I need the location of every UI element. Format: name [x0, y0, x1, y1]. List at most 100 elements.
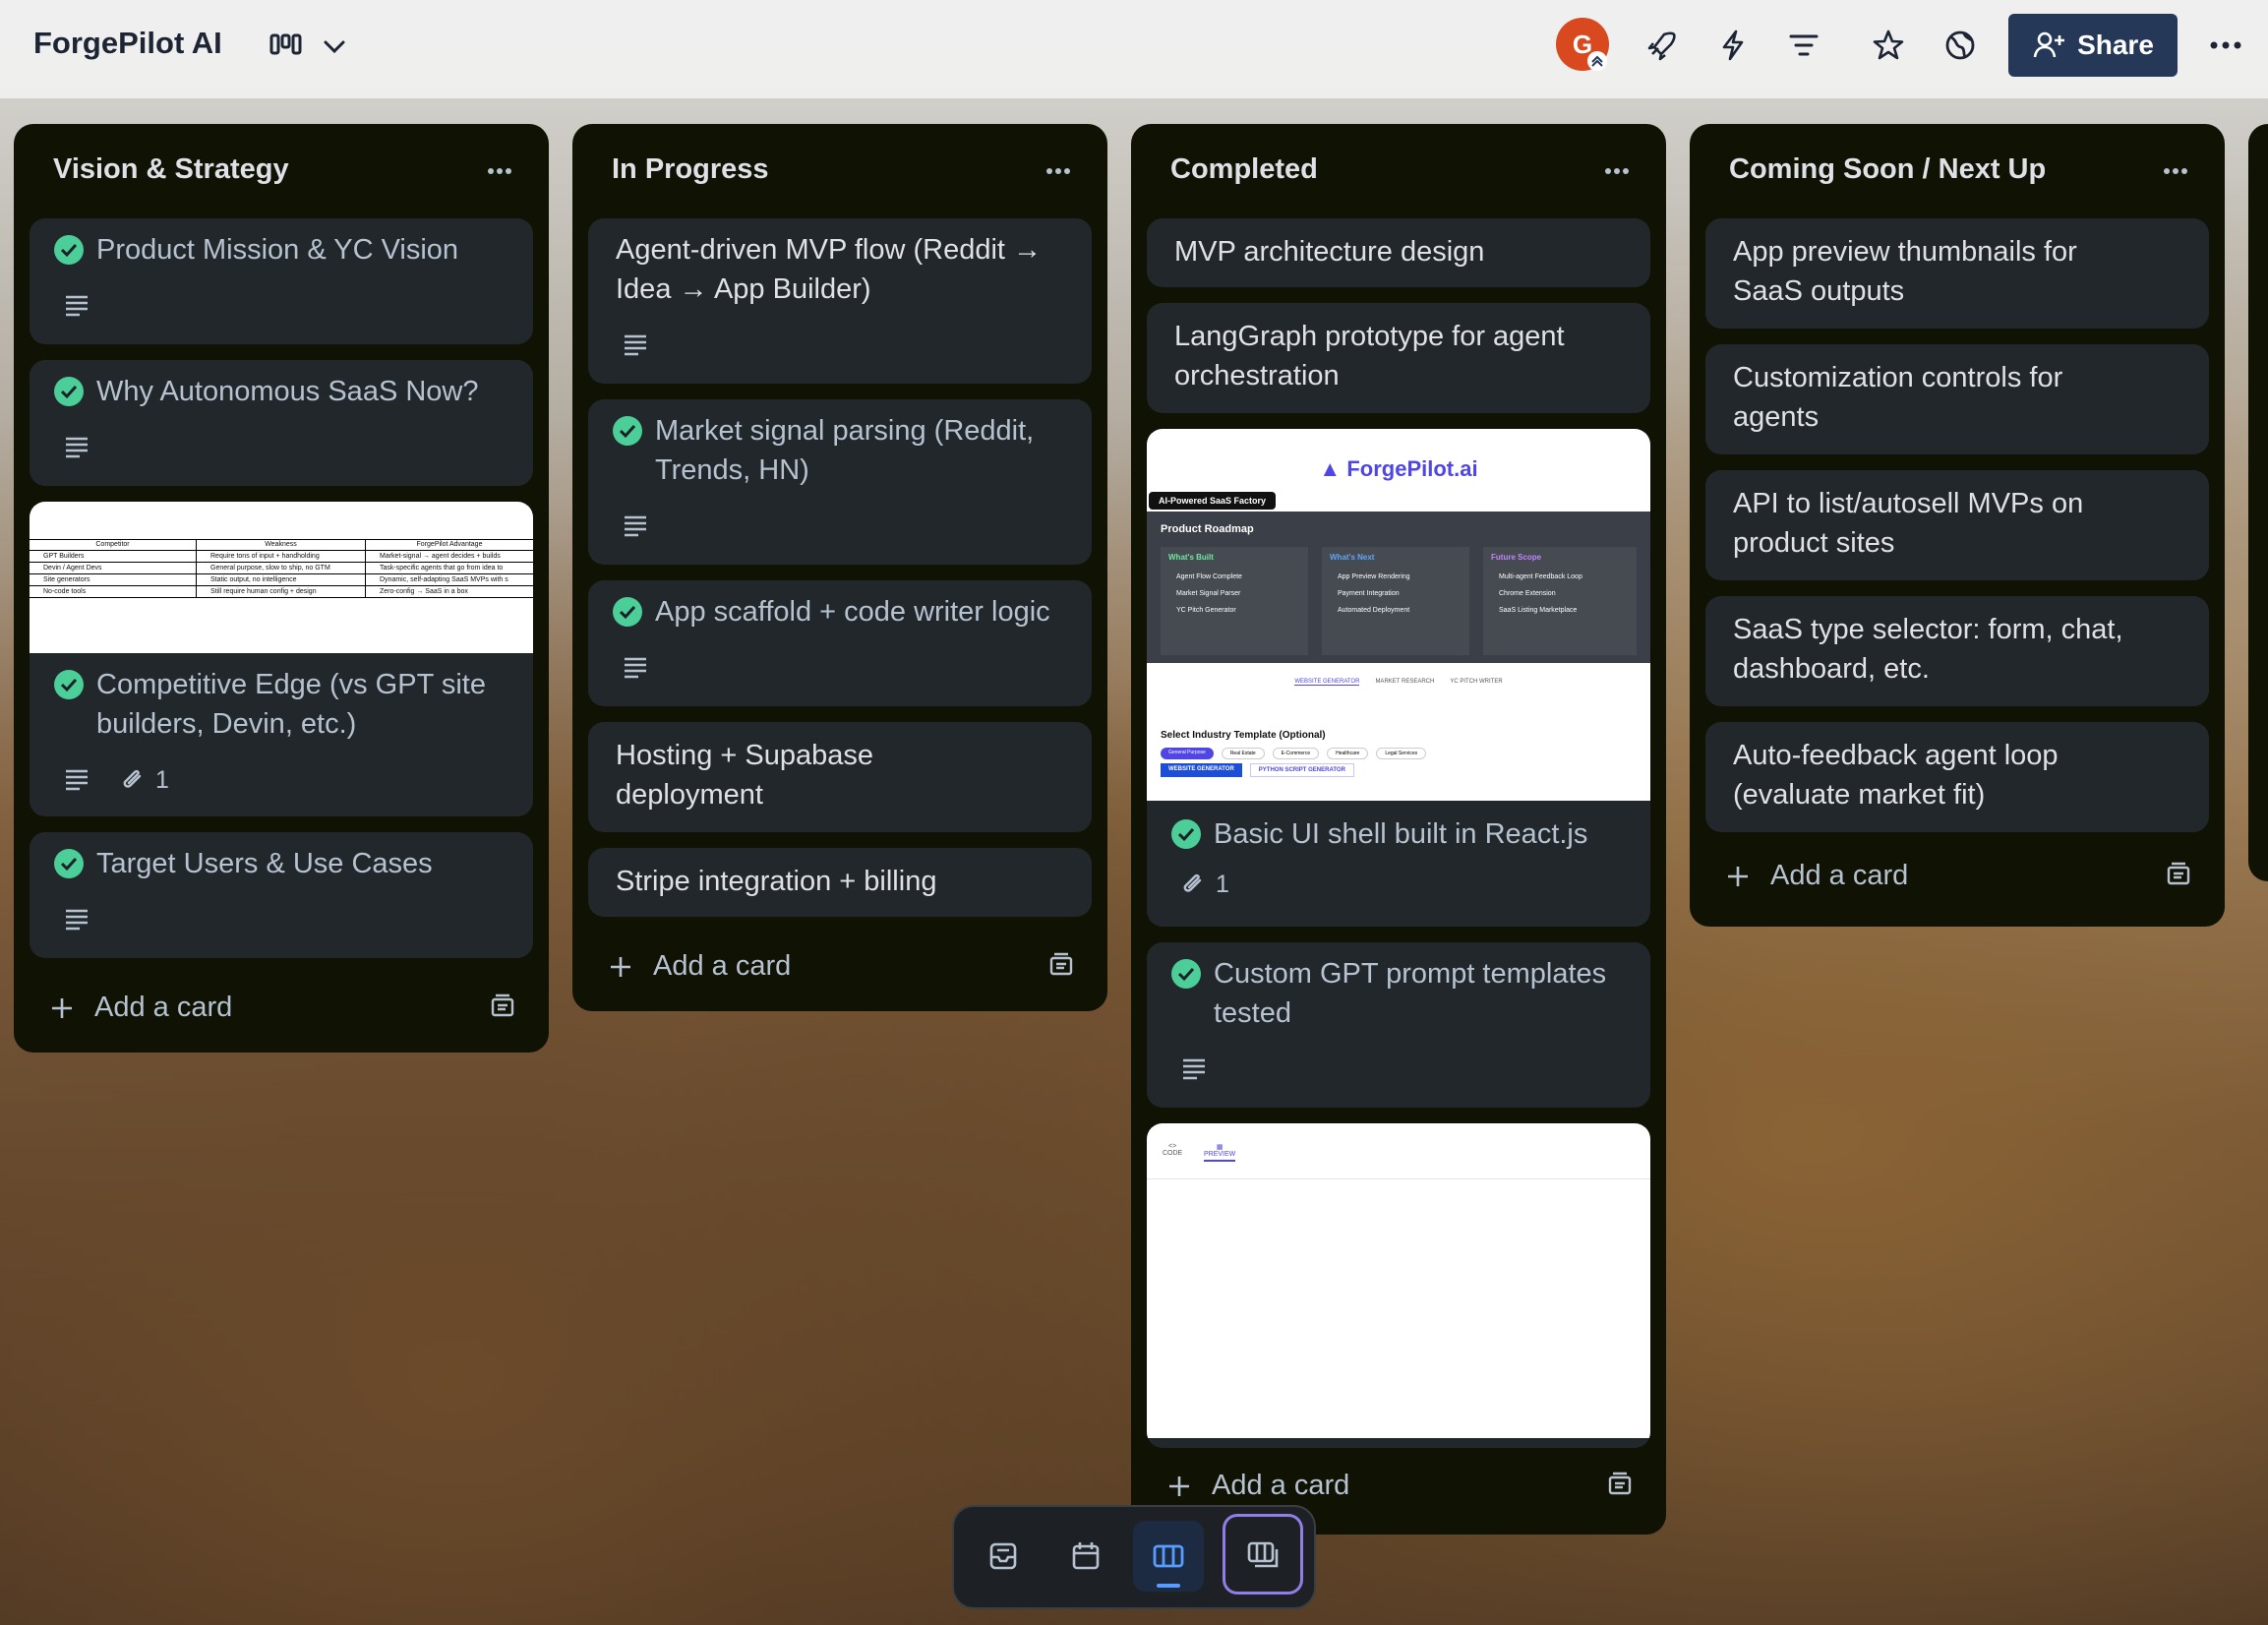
automation-bolt-icon[interactable]	[1709, 22, 1757, 69]
list-more-icon[interactable]	[1039, 153, 1078, 189]
roadmap-item: YC Pitch Generator	[1176, 607, 1236, 614]
planner-button[interactable]	[1050, 1521, 1121, 1592]
filter-icon[interactable]	[1780, 22, 1827, 69]
card[interactable]: API to list/autosell MVPs on product sit…	[1705, 470, 2209, 580]
list-more-icon[interactable]	[1597, 153, 1637, 189]
cover-tab: YC PITCH WRITER	[1450, 679, 1503, 685]
list-completed: Completed MVP architecture design LangGr…	[1131, 124, 1666, 1535]
complete-check-icon[interactable]	[53, 234, 85, 266]
create-from-template-icon[interactable]	[488, 992, 517, 1021]
add-card-button[interactable]: Add a card	[1166, 1470, 1349, 1502]
cover-chips: General Purpose Real Estate E-Commerce H…	[1161, 748, 1427, 759]
add-card-label: Add a card	[1212, 1470, 1350, 1501]
description-icon	[66, 295, 88, 317]
card[interactable]: Auto-feedback agent loop (evaluate marke…	[1705, 722, 2209, 832]
cover-chip: Real Estate	[1221, 748, 1265, 759]
table-cell: Dynamic, self-adapting SaaS MVPs with s	[366, 574, 533, 586]
add-card-button[interactable]: Add a card	[608, 950, 791, 983]
roadmap-item: Chrome Extension	[1499, 590, 1556, 597]
inbox-button[interactable]	[968, 1521, 1039, 1592]
card-title: Product Mission & YC Vision	[96, 234, 459, 266]
card[interactable]: SaaS type selector: form, chat, dashboar…	[1705, 596, 2209, 706]
card[interactable]: App scaffold + code writer logic	[588, 580, 1092, 706]
create-from-template-icon[interactable]	[1605, 1470, 1635, 1499]
attachment-icon	[123, 769, 142, 788]
card[interactable]: Competitor Weakness ForgePilot Advantage…	[30, 502, 533, 816]
board-columns-icon	[1153, 1544, 1184, 1568]
visibility-globe-icon[interactable]	[1937, 22, 1984, 69]
star-icon[interactable]	[1865, 22, 1912, 69]
roadmap-col-head: Future Scope	[1491, 553, 1542, 562]
card[interactable]: Product Mission & YC Vision	[30, 218, 533, 344]
complete-check-icon[interactable]	[1170, 958, 1202, 990]
add-card-button[interactable]: Add a card	[1725, 860, 1908, 892]
card[interactable]: ▲ ForgePilot.ai AI-Powered SaaS Factory …	[1147, 429, 1650, 927]
table-cell: Zero-config → SaaS in a box	[366, 586, 533, 598]
card[interactable]: Stripe integration + billing	[588, 848, 1092, 917]
list-title[interactable]: Coming Soon / Next Up	[1729, 153, 2046, 186]
card-title: LangGraph prototype for agent orchestrat…	[1174, 321, 1565, 391]
table-cell: GPT Builders	[30, 551, 197, 563]
description-icon	[625, 334, 646, 356]
card[interactable]: Custom GPT prompt templates tested	[1147, 942, 1650, 1108]
create-from-template-icon[interactable]	[1046, 950, 1076, 980]
share-button[interactable]: Share	[2008, 14, 2178, 77]
card[interactable]: <> CODE ▦ PREVIEW	[1147, 1123, 1650, 1448]
inbox-icon	[989, 1542, 1017, 1570]
cover-template-label: Select Industry Template (Optional)	[1161, 730, 1326, 741]
card[interactable]: Why Autonomous SaaS Now?	[30, 360, 533, 486]
view-switcher-bar	[954, 1507, 1314, 1607]
card[interactable]: Target Users & Use Cases	[30, 832, 533, 958]
list-title[interactable]: Vision & Strategy	[53, 153, 289, 186]
cover-tab-preview: ▦ PREVIEW	[1204, 1143, 1236, 1162]
board-menu-more-icon[interactable]	[2203, 24, 2248, 67]
cover-tab: WEBSITE GENERATOR	[1294, 679, 1360, 686]
cover-chip: Healthcare	[1327, 748, 1369, 759]
cover-roadmap-title: Product Roadmap	[1161, 523, 1254, 535]
card[interactable]: Market signal parsing (Reddit, Trends, H…	[588, 399, 1092, 565]
create-from-template-icon[interactable]	[2164, 860, 2193, 889]
power-ups-rocket-icon[interactable]	[1638, 22, 1685, 69]
complete-check-icon[interactable]	[612, 596, 643, 628]
cover-logo: ▲ ForgePilot.ai	[1319, 456, 1478, 481]
active-indicator	[1157, 1584, 1180, 1588]
list-more-icon[interactable]	[2156, 153, 2195, 189]
card[interactable]: App preview thumbnails for SaaS outputs	[1705, 218, 2209, 329]
complete-check-icon[interactable]	[53, 669, 85, 700]
card-title: Stripe integration + billing	[616, 866, 937, 897]
complete-check-icon[interactable]	[53, 848, 85, 879]
cover-tab: CODE	[1163, 1150, 1183, 1157]
roadmap-col: What's Next App Preview Rendering Paymen…	[1322, 547, 1469, 655]
board-title[interactable]: ForgePilot AI	[33, 26, 222, 61]
description-icon	[1183, 1058, 1205, 1080]
card[interactable]: MVP architecture design	[1147, 218, 1650, 287]
list-in-progress: In Progress Agent-driven MVP flow (Reddi…	[572, 124, 1107, 1011]
description-icon	[66, 909, 88, 931]
card-title: App preview thumbnails for SaaS outputs	[1733, 236, 2077, 307]
share-label: Share	[2077, 30, 2154, 60]
card-title: Why Autonomous SaaS Now?	[96, 376, 479, 407]
complete-check-icon[interactable]	[53, 376, 85, 407]
table-cell: Require tons of input + handholding	[197, 551, 366, 563]
card[interactable]: LangGraph prototype for agent orchestrat…	[1147, 303, 1650, 413]
card[interactable]: Customization controls for agents	[1705, 344, 2209, 454]
card[interactable]: Agent-driven MVP flow (Reddit → Idea → A…	[588, 218, 1092, 384]
card[interactable]: Hosting + Supabase deployment	[588, 722, 1092, 832]
chevron-down-icon[interactable]	[317, 31, 352, 63]
board-view-icon[interactable]	[268, 30, 307, 61]
list-title[interactable]: Completed	[1170, 153, 1318, 186]
add-card-button[interactable]: Add a card	[49, 992, 232, 1024]
switch-boards-button[interactable]	[1225, 1517, 1300, 1592]
complete-check-icon[interactable]	[1170, 818, 1202, 850]
list-title[interactable]: In Progress	[612, 153, 769, 186]
list-more-icon[interactable]	[480, 153, 519, 189]
list-header: In Progress	[572, 124, 1107, 218]
table-cell: Task-specific agents that go from idea t…	[366, 563, 533, 574]
card-cover-code-preview: <> CODE ▦ PREVIEW	[1147, 1123, 1650, 1438]
add-card-label: Add a card	[94, 992, 233, 1023]
board-button[interactable]	[1133, 1521, 1204, 1592]
complete-check-icon[interactable]	[612, 415, 643, 447]
cover-tab: PREVIEW	[1204, 1151, 1236, 1158]
roadmap-col: Future Scope Multi-agent Feedback Loop C…	[1483, 547, 1637, 655]
cover-tab-code: <> CODE	[1163, 1143, 1183, 1157]
